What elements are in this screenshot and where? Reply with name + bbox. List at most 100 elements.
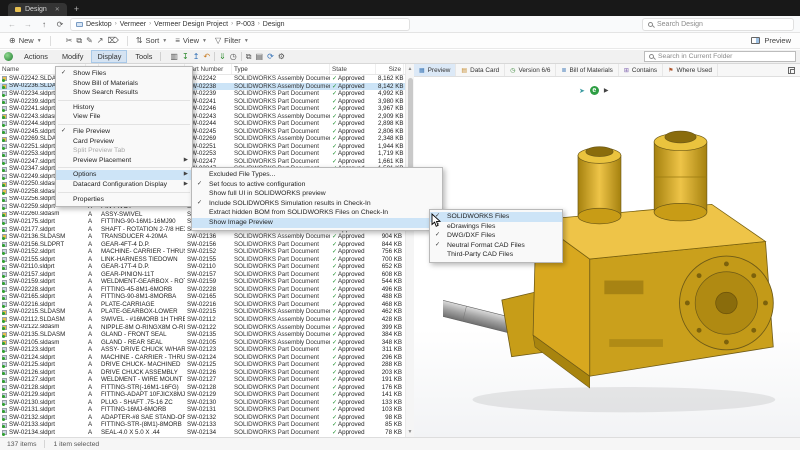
rename-icon[interactable]: ✎ [86, 36, 93, 45]
menu-item-set-focus-to-active-configuration[interactable]: Set focus to active configuration✓ [192, 180, 442, 190]
table-row[interactable]: SW-02216.sldprtAPLATE-CARRIAGESW-02216SO… [0, 301, 405, 309]
check-in-icon[interactable]: ↥ [193, 52, 200, 62]
table-row[interactable]: SW-02135.SLDASMAGLAND - FRONT SEALSW-021… [0, 331, 405, 339]
view-button[interactable]: ≡ View ▼ [175, 36, 207, 45]
table-row[interactable]: SW-02228.sldprtAFITTING-45-8M1-6MORBSW-0… [0, 286, 405, 294]
check-out-icon[interactable]: ↧ [182, 52, 189, 62]
menu-item-properties[interactable]: Properties [56, 195, 192, 205]
scroll-up-icon[interactable]: ▲ [406, 66, 414, 72]
menu-item-show-search-results[interactable]: Show Search Results [56, 88, 192, 98]
new-button[interactable]: ⊕ New ▼ [9, 36, 42, 45]
table-row[interactable]: SW-02110.sldprtAGEAR-17T-4 D.P.SW-02110S… [0, 263, 405, 271]
menu-item-show-bill-of-materials[interactable]: Show Bill of Materials [56, 79, 192, 89]
menu-item-file-preview[interactable]: File Preview✓ [56, 127, 192, 137]
refresh-icon[interactable]: ⟳ [54, 20, 66, 29]
table-row[interactable]: SW-02134.sldprtASEAL-4.0 X 5.0 X .44SW-0… [0, 429, 405, 437]
table-row[interactable]: SW-02125.sldprtADRIVE CHUCK- MACHINEDSW-… [0, 361, 405, 369]
table-row[interactable]: SW-02136.SLDASMATRANSDUCER 4-20MASW-0213… [0, 233, 405, 241]
column-header-type[interactable]: Type [232, 64, 330, 74]
table-row[interactable]: SW-02131.sldprtAFITTING-16MJ-6MORBSW-021… [0, 406, 405, 414]
column-header-size[interactable]: Size [376, 64, 404, 74]
edrawings-logo-icon[interactable]: e [590, 86, 599, 95]
menu-actions[interactable]: Actions [18, 50, 54, 63]
settings-icon[interactable]: ⚙ [278, 52, 285, 62]
copy-icon[interactable]: ⧉ [76, 36, 82, 46]
menu-tools[interactable]: Tools [129, 50, 158, 63]
breadcrumb-item-design[interactable]: Design [263, 21, 285, 28]
sort-button[interactable]: ⇅ Sort ▼ [136, 36, 167, 45]
table-row[interactable]: SW-02157.sldprtAGEAR-PINION-11TSW-02157S… [0, 271, 405, 279]
menu-item-extract-hidden-bom-from-solidworks-files-on-check-in[interactable]: Extract hidden BOM from SOLIDWORKS Files… [192, 208, 442, 218]
menu-item-show-files[interactable]: Show Files✓ [56, 69, 192, 79]
expand-preview-button[interactable] [783, 64, 800, 76]
menu-modify[interactable]: Modify [56, 50, 90, 63]
copy-tree-icon[interactable]: ⧉ [246, 52, 252, 62]
breadcrumb-item-vermeer[interactable]: Vermeer [120, 21, 146, 28]
back-icon[interactable]: ← [6, 20, 18, 29]
table-row[interactable]: SW-02105.sldasmAGLAND - REAR SEALSW-0210… [0, 339, 405, 347]
tab-version-6-6[interactable]: ◷Version 6/6 [505, 64, 556, 76]
breadcrumb[interactable]: Desktop›Vermeer›Vermeer Design Project›P… [70, 18, 410, 31]
table-row[interactable]: SW-02130.sldprtAPLUG - SHAFT .75-16 ZCSW… [0, 399, 405, 407]
breadcrumb-item-vermeer-design-project[interactable]: Vermeer Design Project [154, 21, 228, 28]
menu-item-excluded-file-types[interactable]: Excluded File Types... [192, 170, 442, 180]
get-latest-version-icon[interactable]: ⇓ [219, 52, 226, 62]
up-icon[interactable]: ↑ [38, 20, 50, 29]
menu-item-edrawings-files[interactable]: eDrawings Files✓ [430, 222, 562, 232]
menu-item-options[interactable]: Options▶ [56, 170, 192, 180]
delete-icon[interactable]: ⌦ [108, 36, 119, 45]
table-row[interactable]: SW-02133.sldprtAFITTING-STR-(8M1)-8MORBS… [0, 421, 405, 429]
menu-item-neutral-format-cad-files[interactable]: Neutral Format CAD Files✓ [430, 241, 562, 251]
search-current-folder-box[interactable]: Search in Current Folder [644, 51, 796, 62]
menu-item-third-party-cad-files[interactable]: Third-Party CAD Files [430, 250, 562, 260]
cut-icon[interactable]: ✂ [66, 36, 73, 45]
table-row[interactable]: SW-02129.sldprtAFITTING-ADAPT 10FJICX8MJ… [0, 391, 405, 399]
menu-item-include-solidworks-simulation-results-in-check-in[interactable]: Include SOLIDWORKS Simulation results in… [192, 199, 442, 209]
preview-toggle-button[interactable]: Preview [751, 36, 791, 45]
new-tab-button[interactable]: + [74, 4, 79, 14]
filter-button[interactable]: ▽ Filter ▼ [215, 36, 249, 45]
table-row[interactable]: SW-02152.sldprtAMACHINE- CARRIER - THRUS… [0, 248, 405, 256]
file-list-scrollbar[interactable]: ▲ ▼ [405, 64, 414, 437]
undo-checkout-icon[interactable]: ↶ [203, 52, 210, 62]
table-row[interactable]: SW-02112.SLDASMASWIVEL - #16MORB 1H THRE… [0, 316, 405, 324]
table-row[interactable]: SW-02122.sldasmANIPPLE-8M O-RINGX8M O-RI… [0, 324, 405, 332]
share-icon[interactable]: ↗ [97, 36, 104, 45]
tab-preview[interactable]: ▦Preview [414, 64, 456, 76]
table-row[interactable]: SW-02165.sldprtAFITTING-90-8M1-8MORBASW-… [0, 293, 405, 301]
forward-icon[interactable]: → [22, 20, 34, 29]
menu-item-history[interactable]: History [56, 103, 192, 113]
menu-item-show-full-ui-in-solidworks-preview[interactable]: Show full UI in SOLIDWORKS preview [192, 189, 442, 199]
table-row[interactable]: SW-02123.sldprtAASSY- DRIVE CHUCK W/HARD… [0, 346, 405, 354]
tab-close-icon[interactable]: ✕ [55, 6, 60, 13]
tab-data-card[interactable]: ▤Data Card [456, 64, 505, 76]
menu-item-dwg-dxf-files[interactable]: DWG/DXF Files✓ [430, 231, 562, 241]
table-row[interactable]: SW-02215.SLDASMAPLATE-GEARBOX-LOWERSW-02… [0, 308, 405, 316]
table-row[interactable]: SW-02127.sldprtAWELDMENT - WIRE MOUNTSW-… [0, 376, 405, 384]
breadcrumb-item-desktop[interactable]: Desktop [86, 21, 112, 28]
scroll-down-icon[interactable]: ▼ [406, 429, 414, 435]
menu-item-split-preview-tab[interactable]: Split Preview Tab [56, 146, 192, 156]
menu-display[interactable]: Display [91, 50, 127, 63]
table-row[interactable]: SW-02126.sldprtADRIVE CHUCK ASSEMBLYSW-0… [0, 369, 405, 377]
play-icon[interactable]: ▶ [604, 87, 609, 94]
view-file-icon[interactable]: ▥ [170, 52, 178, 62]
table-row[interactable]: SW-02159.sldprtAWELDMENT-GEARBOX - ROTAT… [0, 278, 405, 286]
table-row[interactable]: SW-02124.sldprtAMACHINE - CARRIER - THRU… [0, 354, 405, 362]
tab-where-used[interactable]: ⚑Where Used [663, 64, 718, 76]
print-icon[interactable]: ▤ [256, 52, 264, 62]
menu-item-datacard-configuration-display[interactable]: Datacard Configuration Display▶ [56, 180, 192, 190]
search-design-box[interactable]: Search Design [642, 18, 794, 31]
menu-item-preview-placement[interactable]: Preview Placement▶ [56, 156, 192, 166]
table-row[interactable]: SW-02132.sldprtAADAPTER-#8 SAE STAND-OFF… [0, 414, 405, 422]
table-row[interactable]: SW-02128.sldprtAFITTING-STR(-16M1-16FG)S… [0, 384, 405, 392]
select-arrow-icon[interactable]: ➤ [579, 87, 585, 95]
tab-contains[interactable]: ⊞Contains [619, 64, 663, 76]
refresh-icon[interactable]: ⟳ [267, 52, 274, 62]
menu-item-solidworks-files[interactable]: SOLIDWORKS Files✓ [430, 212, 562, 222]
column-header-state[interactable]: State [330, 64, 376, 74]
table-row[interactable]: SW-02155.sldprtALINK-HARNESS TIEDOWNSW-0… [0, 256, 405, 264]
table-row[interactable]: SW-02156.SLDPRTAGEAR-4FT-4 D.P.SW-02156S… [0, 241, 405, 249]
menu-item-view-file[interactable]: View File [56, 112, 192, 122]
tab-bill-of-materials[interactable]: ≣Bill of Materials [556, 64, 618, 76]
